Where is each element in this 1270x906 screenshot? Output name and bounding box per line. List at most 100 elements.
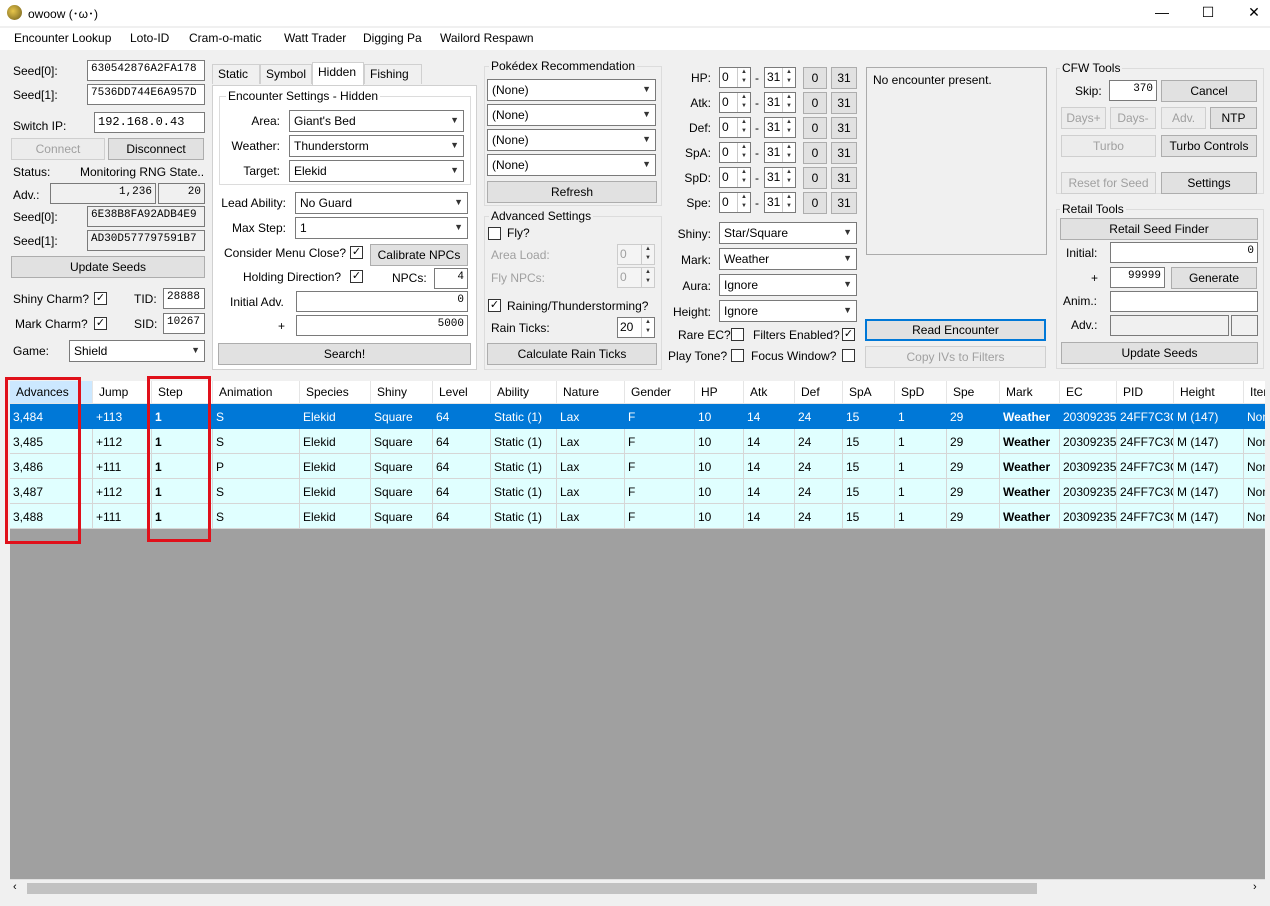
seed1-input[interactable]: 7536DD744E6A957D — [87, 84, 205, 105]
seed0-input[interactable]: 630542876A2FA178 — [87, 60, 205, 81]
cell-level[interactable]: 64 — [433, 504, 491, 529]
cell-height[interactable]: M (147) — [1174, 429, 1244, 454]
cell-ability[interactable]: Static (1) — [491, 479, 557, 504]
cell-mark[interactable]: Weather — [1000, 479, 1060, 504]
cell-pid[interactable]: 24FF7C3C — [1117, 404, 1174, 429]
iv-min-spinner[interactable]: 0 ▲ ▼ — [719, 67, 751, 88]
iv-set-max-button[interactable]: 31 — [831, 192, 857, 214]
cell-spe[interactable]: 29 — [947, 454, 1000, 479]
raining-checkbox[interactable] — [488, 299, 501, 312]
iv-set-zero-button[interactable]: 0 — [803, 192, 827, 214]
column-header-mark[interactable]: Mark — [1000, 381, 1060, 404]
tid-input[interactable]: 28888 — [163, 288, 205, 309]
holding-direction-checkbox[interactable] — [350, 270, 363, 283]
cell-jump[interactable]: +113 — [93, 404, 152, 429]
connect-button[interactable]: Connect — [11, 138, 105, 160]
cell-gender[interactable]: F — [625, 404, 695, 429]
weather-dropdown[interactable]: Thunderstorm ▼ — [289, 135, 464, 157]
calculate-rain-ticks-button[interactable]: Calculate Rain Ticks — [487, 343, 657, 365]
column-header-shiny[interactable]: Shiny — [371, 381, 433, 404]
iv-min-spinner[interactable]: 0 ▲ ▼ — [719, 192, 751, 213]
cell-shiny[interactable]: Square — [371, 404, 433, 429]
cell-atk[interactable]: 14 — [744, 479, 795, 504]
cell-species[interactable]: Elekid — [300, 504, 371, 529]
cell-ability[interactable]: Static (1) — [491, 454, 557, 479]
cell-gender[interactable]: F — [625, 454, 695, 479]
iv-max-spinner[interactable]: 31 ▲ ▼ — [764, 117, 796, 138]
iv-min-spinner[interactable]: 0 ▲ ▼ — [719, 92, 751, 113]
calibrate-npcs-button[interactable]: Calibrate NPCs — [370, 244, 468, 266]
cell-ability[interactable]: Static (1) — [491, 404, 557, 429]
cell-shiny[interactable]: Square — [371, 429, 433, 454]
area-dropdown[interactable]: Giant's Bed ▼ — [289, 110, 464, 132]
iv-max-spinner[interactable]: 31 ▲ ▼ — [764, 192, 796, 213]
iv-set-zero-button[interactable]: 0 — [803, 92, 827, 114]
cell-level[interactable]: 64 — [433, 454, 491, 479]
cell-spa[interactable]: 15 — [843, 504, 895, 529]
cell-hp[interactable]: 10 — [695, 479, 744, 504]
fly-npcs-spinner[interactable]: 0 ▲ ▼ — [617, 267, 655, 288]
cell-ec[interactable]: 20309235 — [1060, 404, 1117, 429]
tab-static[interactable]: Static — [212, 64, 260, 84]
column-header-species[interactable]: Species — [300, 381, 371, 404]
cell-nature[interactable]: Lax — [557, 404, 625, 429]
cell-spe[interactable]: 29 — [947, 429, 1000, 454]
rare-ec-checkbox[interactable] — [731, 328, 744, 341]
cell-hp[interactable]: 10 — [695, 404, 744, 429]
cell-shiny[interactable]: Square — [371, 454, 433, 479]
cell-pid[interactable]: 24FF7C3C — [1117, 504, 1174, 529]
column-header-spa[interactable]: SpA — [843, 381, 895, 404]
cell-hp[interactable]: 10 — [695, 429, 744, 454]
iv-set-max-button[interactable]: 31 — [831, 167, 857, 189]
column-header-animation[interactable]: Animation — [213, 381, 300, 404]
cell-def[interactable]: 24 — [795, 479, 843, 504]
cell-pid[interactable]: 24FF7C3C — [1117, 429, 1174, 454]
cell-atk[interactable]: 14 — [744, 429, 795, 454]
switch-ip-input[interactable]: 192.168.0.43 — [94, 112, 205, 133]
column-header-ec[interactable]: EC — [1060, 381, 1117, 404]
cell-atk[interactable]: 14 — [744, 504, 795, 529]
column-header-hp[interactable]: HP — [695, 381, 744, 404]
menu-encounter-lookup[interactable]: Encounter Lookup — [14, 31, 111, 45]
cell-level[interactable]: 64 — [433, 404, 491, 429]
anim-input[interactable] — [1110, 291, 1258, 312]
iv-set-zero-button[interactable]: 0 — [803, 167, 827, 189]
scroll-left-icon[interactable]: ‹ — [13, 881, 17, 893]
cell-gender[interactable]: F — [625, 504, 695, 529]
search-button[interactable]: Search! — [218, 343, 471, 365]
iv-set-zero-button[interactable]: 0 — [803, 142, 827, 164]
days-minus-button[interactable]: Days- — [1110, 107, 1156, 129]
column-header-ability[interactable]: Ability — [491, 381, 557, 404]
column-header-atk[interactable]: Atk — [744, 381, 795, 404]
fly-checkbox[interactable] — [488, 227, 501, 240]
cell-ec[interactable]: 20309235 — [1060, 429, 1117, 454]
copy-ivs-button[interactable]: Copy IVs to Filters — [865, 346, 1046, 368]
cell-mark[interactable]: Weather — [1000, 404, 1060, 429]
cell-spd[interactable]: 1 — [895, 404, 947, 429]
iv-max-spinner[interactable]: 31 ▲ ▼ — [764, 167, 796, 188]
cell-hp[interactable]: 10 — [695, 454, 744, 479]
menu-cram-o-matic[interactable]: Cram-o-matic — [189, 31, 262, 45]
cell-nature[interactable]: Lax — [557, 454, 625, 479]
cell-mark[interactable]: Weather — [1000, 504, 1060, 529]
focus-window-checkbox[interactable] — [842, 349, 855, 362]
cell-spd[interactable]: 1 — [895, 429, 947, 454]
dex-dropdown-4[interactable]: (None) ▼ — [487, 154, 656, 176]
column-header-def[interactable]: Def — [795, 381, 843, 404]
iv-set-max-button[interactable]: 31 — [831, 92, 857, 114]
iv-set-max-button[interactable]: 31 — [831, 67, 857, 89]
tab-fishing[interactable]: Fishing — [364, 64, 422, 84]
cell-height[interactable]: M (147) — [1174, 504, 1244, 529]
horizontal-scrollbar[interactable]: ‹ › — [10, 879, 1265, 896]
cell-spd[interactable]: 1 — [895, 454, 947, 479]
area-load-spinner[interactable]: 0 ▲ ▼ — [617, 244, 655, 265]
cell-jump[interactable]: +112 — [93, 429, 152, 454]
sid-input[interactable]: 10267 — [163, 313, 205, 334]
cell-hp[interactable]: 10 — [695, 504, 744, 529]
column-header-spd[interactable]: SpD — [895, 381, 947, 404]
turbo-button[interactable]: Turbo — [1061, 135, 1156, 157]
cell-gender[interactable]: F — [625, 479, 695, 504]
npcs-input[interactable]: 4 — [434, 268, 468, 289]
height-filter-dropdown[interactable]: Ignore ▼ — [719, 300, 857, 322]
generate-button[interactable]: Generate — [1171, 267, 1257, 289]
